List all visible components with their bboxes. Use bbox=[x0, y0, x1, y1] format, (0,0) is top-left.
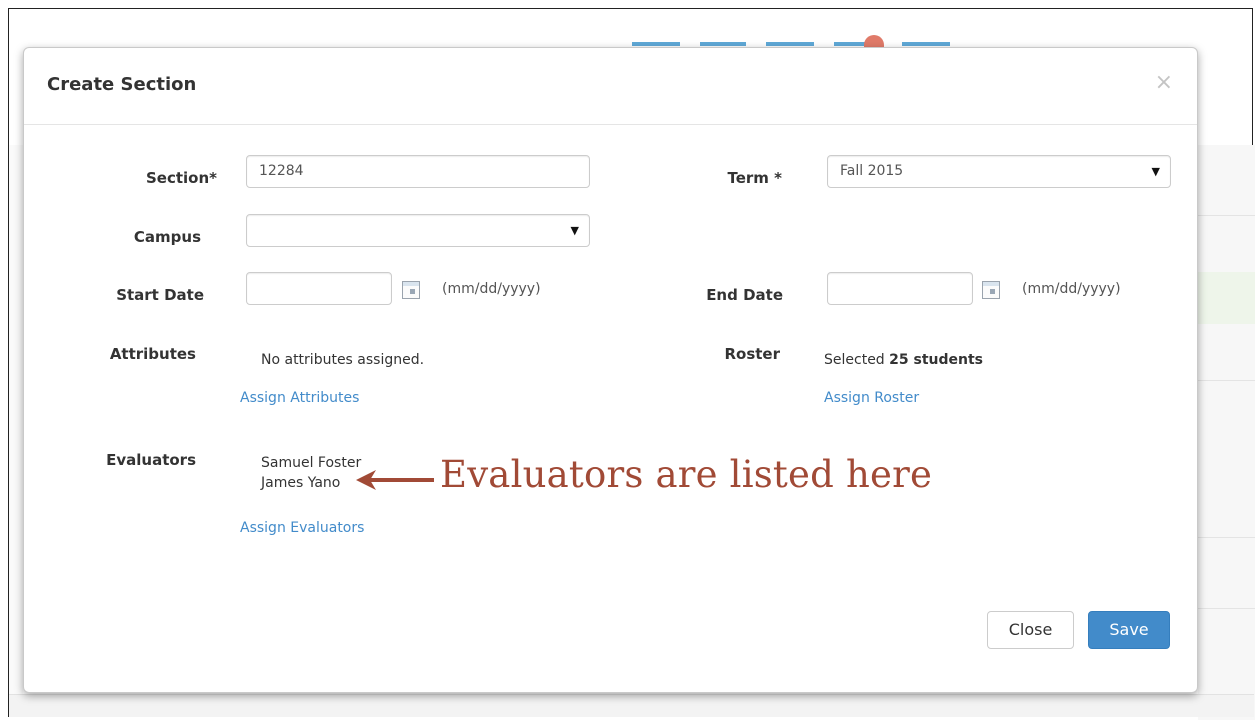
end-date-input[interactable] bbox=[827, 272, 973, 305]
background-row-divider bbox=[1198, 608, 1255, 609]
section-input-value: 12284 bbox=[259, 163, 304, 179]
left-arrow-icon bbox=[356, 470, 434, 490]
chevron-down-icon: ▼ bbox=[570, 224, 579, 237]
evaluator-name: Samuel Foster bbox=[261, 455, 362, 471]
campus-select[interactable]: ▼ bbox=[246, 214, 590, 247]
modal-header: Create Section × bbox=[24, 48, 1197, 125]
roster-label: Roster bbox=[724, 345, 780, 363]
evaluator-name: James Yano bbox=[261, 475, 341, 491]
modal-title: Create Section bbox=[47, 74, 197, 95]
start-date-input[interactable] bbox=[246, 272, 392, 305]
background-row-divider bbox=[1198, 215, 1255, 216]
roster-prefix: Selected bbox=[824, 352, 885, 368]
start-date-format-hint: (mm/dd/yyyy) bbox=[442, 281, 541, 297]
attributes-label: Attributes bbox=[109, 345, 196, 363]
background-row-divider bbox=[1198, 537, 1255, 538]
start-date-label: Start Date bbox=[116, 286, 204, 304]
background-row-divider bbox=[1198, 380, 1255, 381]
background-page-right bbox=[1198, 145, 1255, 720]
background-tab bbox=[700, 42, 746, 46]
calendar-icon[interactable] bbox=[402, 281, 420, 299]
calendar-icon[interactable] bbox=[982, 281, 1000, 299]
assign-attributes-link[interactable]: Assign Attributes bbox=[240, 390, 359, 406]
evaluators-label: Evaluators bbox=[106, 451, 196, 469]
background-page-left bbox=[9, 145, 23, 715]
save-button[interactable]: Save bbox=[1088, 611, 1170, 649]
roster-summary: Selected 25 students bbox=[824, 352, 983, 368]
end-date-format-hint: (mm/dd/yyyy) bbox=[1022, 281, 1121, 297]
background-tab bbox=[632, 42, 680, 46]
annotation-callout: Evaluators are listed here bbox=[440, 453, 933, 496]
campus-label: Campus bbox=[133, 228, 201, 246]
background-highlight-row bbox=[1198, 272, 1255, 324]
term-select-value: Fall 2015 bbox=[840, 163, 904, 179]
background-page-bottom bbox=[9, 694, 1254, 717]
background-tab bbox=[766, 42, 814, 46]
attributes-status: No attributes assigned. bbox=[261, 352, 425, 368]
term-label: Term * bbox=[727, 169, 782, 187]
assign-roster-link[interactable]: Assign Roster bbox=[824, 390, 919, 406]
end-date-label: End Date bbox=[706, 286, 783, 304]
section-input[interactable]: 12284 bbox=[246, 155, 590, 188]
section-label: Section* bbox=[145, 169, 217, 187]
chevron-down-icon: ▼ bbox=[1151, 165, 1160, 178]
close-button[interactable]: Close bbox=[987, 611, 1074, 649]
assign-evaluators-link[interactable]: Assign Evaluators bbox=[240, 520, 364, 536]
close-icon[interactable]: × bbox=[1155, 72, 1173, 94]
create-section-modal: Create Section × Section* 12284 Term * F… bbox=[23, 47, 1198, 693]
roster-count: 25 students bbox=[889, 352, 984, 368]
background-tab bbox=[902, 42, 950, 46]
term-select[interactable]: Fall 2015 ▼ bbox=[827, 155, 1171, 188]
